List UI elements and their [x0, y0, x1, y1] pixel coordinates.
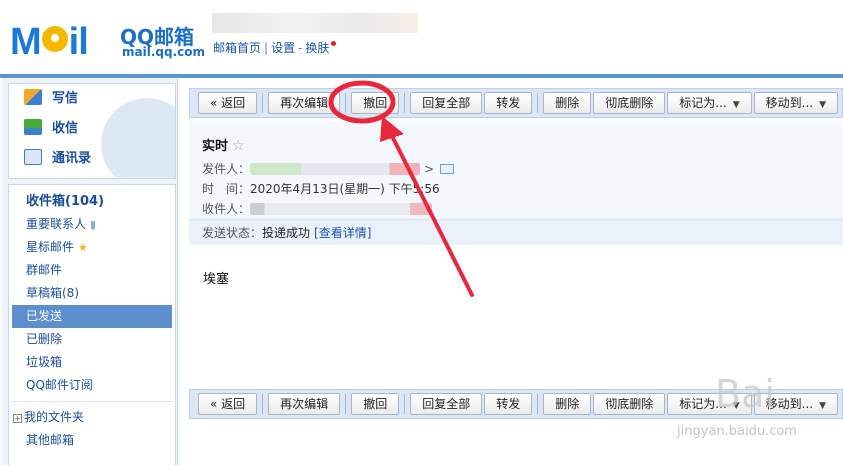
- delete-button[interactable]: 删除: [543, 393, 592, 415]
- reedit-button[interactable]: 再次编辑: [268, 92, 341, 114]
- nav-skin[interactable]: 换肤: [305, 41, 329, 55]
- to-label: 收件人：: [202, 202, 251, 216]
- add-contact-icon[interactable]: [440, 164, 455, 174]
- folder-important-contacts[interactable]: 重要联系人 ▮: [9, 213, 175, 236]
- bookmark-icon: ▮: [90, 218, 97, 231]
- chevron-down-icon: ▼: [732, 100, 740, 110]
- delivery-status: 发送状态：投递成功 [查看详情]: [189, 219, 843, 245]
- recall-button[interactable]: 撤回: [351, 393, 400, 415]
- compose-link[interactable]: 写信: [9, 84, 175, 114]
- reedit-button[interactable]: 再次编辑: [268, 393, 341, 415]
- compose-label: 写信: [52, 91, 79, 106]
- star-icon: ★: [78, 241, 88, 254]
- folder-group-mail[interactable]: 群邮件: [9, 259, 175, 282]
- back-button[interactable]: « 返回: [198, 393, 258, 415]
- nav-mail-home[interactable]: 邮箱首页: [213, 41, 261, 55]
- mail-body: 埃塞: [203, 272, 230, 287]
- from-suffix: >: [424, 162, 435, 176]
- folder-deleted[interactable]: 已删除: [9, 328, 175, 351]
- contacts-icon: [24, 149, 42, 165]
- delete-button[interactable]: 删除: [543, 92, 592, 114]
- qq-mail-logo[interactable]: Mil QQ邮箱 mail.qq.com: [10, 18, 205, 66]
- notification-dot: [331, 41, 337, 46]
- quick-actions: 写信 收信 通讯录: [8, 83, 176, 179]
- watermark-site: jingyan.baidu.com: [677, 424, 797, 439]
- status-label: 发送状态：: [202, 226, 263, 240]
- move-to-dropdown[interactable]: 移动到... ▼: [753, 92, 839, 114]
- logo-domain: mail.qq.com: [122, 45, 205, 59]
- time-line: 时 间：2020年4月13日(星期一) 下午5:56: [202, 180, 440, 197]
- receive-label: 收信: [52, 121, 79, 136]
- contacts-link[interactable]: 通讯录: [9, 144, 175, 174]
- sender-redacted: [250, 163, 421, 175]
- to-line: 收件人：: [202, 200, 433, 217]
- recipient-redacted: [250, 203, 433, 215]
- time-value: 2020年4月13日(星期一) 下午5:56: [250, 182, 440, 196]
- expand-icon[interactable]: +: [13, 414, 22, 423]
- mark-as-dropdown[interactable]: 标记为... ▼: [667, 92, 752, 114]
- folder-subscriptions[interactable]: QQ邮件订阅: [9, 374, 175, 397]
- subject-text: 实时: [202, 139, 229, 154]
- folder-drafts[interactable]: 草稿箱(8): [9, 282, 175, 305]
- baidu-watermark: Bai jingyan.baidu.com: [645, 372, 835, 452]
- time-label: 时 间：: [202, 182, 251, 196]
- folder-sent[interactable]: 已发送: [12, 305, 172, 328]
- back-button[interactable]: « 返回: [198, 92, 258, 114]
- permanent-delete-button[interactable]: 彻底删除: [593, 92, 666, 114]
- status-value: 投递成功: [262, 226, 311, 240]
- from-line: 发件人： >: [202, 160, 455, 177]
- reply-all-button[interactable]: 回复全部: [410, 393, 483, 415]
- folder-spam[interactable]: 垃圾箱: [9, 351, 175, 374]
- folder-inbox[interactable]: 收件箱(104): [9, 190, 175, 213]
- folder-other-mailboxes[interactable]: 其他邮箱: [9, 429, 175, 452]
- mail-header: 实时 ☆ 发件人： > 时 间：2020年4月13日(星期一) 下午5:56 收件人…: [189, 122, 843, 245]
- bell-icon: [41, 26, 68, 52]
- mark-as-label: 标记为...: [679, 96, 727, 110]
- top-nav: 邮箱首页 | 设置 - 换肤: [213, 39, 337, 56]
- folder-my-folders[interactable]: + 我的文件夹: [9, 406, 175, 429]
- folder-important-label: 重要联系人: [26, 217, 87, 231]
- from-label: 发件人：: [202, 162, 251, 176]
- folder-list: 收件箱(104) 重要联系人 ▮ 星标邮件 ★ 群邮件 草稿箱(8) 已发送 已删除…: [8, 184, 176, 465]
- sidebar: 写信 收信 通讯录 收件箱(104) 重要联系人 ▮ 星标邮件 ★ 群邮件 草稿箱(…: [2, 78, 178, 465]
- baidu-paw-icon: Bai: [715, 372, 775, 416]
- contacts-label: 通讯录: [52, 151, 92, 166]
- mail-subject: 实时 ☆: [202, 135, 245, 154]
- star-toggle-icon[interactable]: ☆: [232, 138, 245, 154]
- write-icon: [24, 89, 42, 105]
- forward-button[interactable]: 转发: [484, 92, 533, 114]
- my-folders-label: 我的文件夹: [24, 410, 85, 424]
- folder-divider: [12, 401, 172, 402]
- mail-toolbar-top: « 返回 再次编辑 撤回 回复全部 转发 删除 彻底删除 标记为... ▼ 移动到... ▼: [189, 88, 843, 118]
- folder-starred-label: 星标邮件: [26, 240, 75, 254]
- nav-settings[interactable]: 设置: [271, 41, 295, 55]
- move-to-label: 移动到...: [765, 96, 814, 110]
- reply-all-button[interactable]: 回复全部: [410, 92, 483, 114]
- forward-button[interactable]: 转发: [484, 393, 533, 415]
- inbox-icon: [24, 119, 42, 135]
- status-details-link[interactable]: [查看详情]: [314, 226, 371, 240]
- receive-link[interactable]: 收信: [9, 114, 175, 144]
- chevron-down-icon: ▼: [819, 100, 827, 110]
- logo-mark: Mil: [10, 21, 89, 63]
- user-account-redacted: [212, 13, 418, 33]
- recall-button[interactable]: 撤回: [351, 92, 400, 114]
- folder-starred[interactable]: 星标邮件 ★: [9, 236, 175, 259]
